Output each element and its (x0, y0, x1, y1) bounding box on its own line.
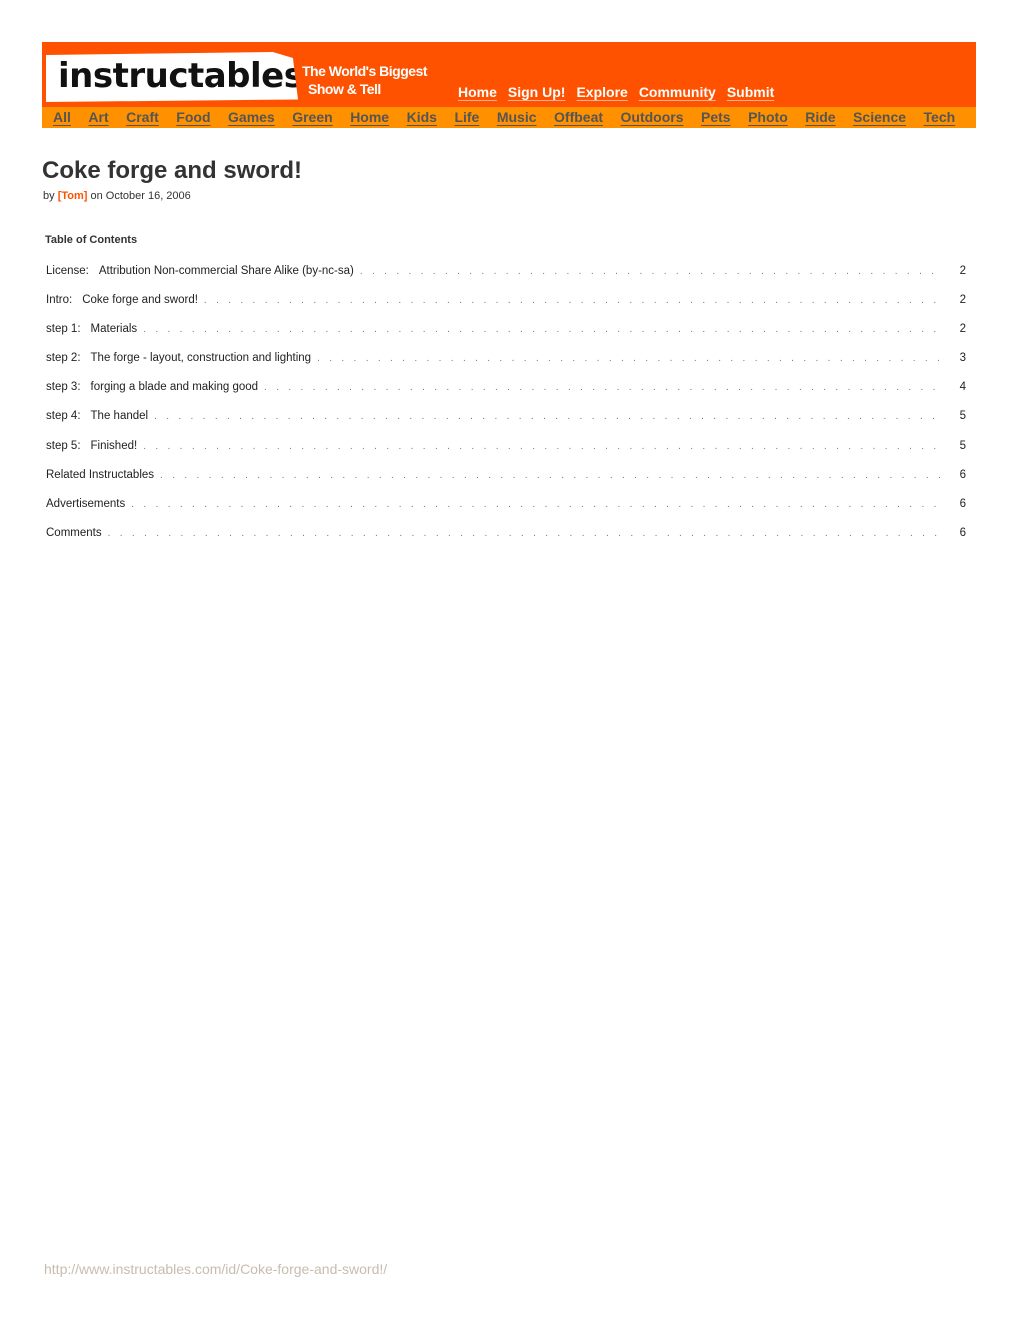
tagline-line2: Show & Tell (308, 81, 381, 97)
category-photo[interactable]: Photo (748, 109, 788, 125)
byline: by [Tom] on October 16, 2006 (43, 190, 191, 202)
toc-label: The forge - layout, construction and lig… (90, 352, 312, 365)
toc-heading: Table of Contents (45, 234, 138, 246)
toc-entry-related[interactable]: Related Instructables 6 (46, 469, 966, 498)
date: on October 16, 2006 (90, 190, 191, 202)
nav-submit[interactable]: Submit (727, 84, 774, 100)
category-ride[interactable]: Ride (805, 109, 835, 125)
category-links: All Art Craft Food Games Green Home Kids… (53, 109, 973, 125)
toc-page-number: 2 (959, 323, 966, 336)
category-life[interactable]: Life (454, 109, 479, 125)
toc-prefix: Intro: (46, 294, 73, 307)
toc-page-number: 5 (959, 410, 966, 423)
top-nav: Home Sign Up! Explore Community Submit (458, 84, 774, 100)
toc-prefix: step 5: (46, 439, 81, 452)
category-kids[interactable]: Kids (407, 109, 437, 125)
logo[interactable]: instructables (46, 52, 298, 102)
dot-leader (204, 295, 940, 306)
toc-label: Related Instructables (46, 468, 155, 481)
nav-explore[interactable]: Explore (576, 84, 627, 100)
author-link[interactable]: [Tom] (58, 190, 88, 202)
category-home[interactable]: Home (350, 109, 389, 125)
toc-page-number: 5 (959, 439, 966, 452)
toc-label: Attribution Non-commercial Share Alike (… (98, 265, 354, 277)
nav-home[interactable]: Home (458, 84, 497, 100)
toc-label: Comments (46, 526, 102, 539)
toc-page-number: 2 (959, 265, 966, 277)
site-header: instructables The World's Biggest Show &… (42, 42, 976, 107)
toc-prefix: step 3: (46, 381, 81, 394)
category-all[interactable]: All (53, 109, 71, 125)
toc-page-number: 6 (959, 497, 966, 510)
toc-entry-intro[interactable]: Intro: Coke forge and sword! 2 (46, 294, 966, 323)
toc-page-number: 3 (959, 352, 966, 365)
category-green[interactable]: Green (292, 109, 332, 125)
category-games[interactable]: Games (228, 109, 275, 125)
dot-leader (264, 382, 940, 393)
category-tech[interactable]: Tech (924, 109, 956, 125)
toc-prefix: step 2: (46, 352, 81, 365)
toc-page-number: 4 (959, 381, 966, 394)
toc-page-number: 6 (959, 526, 966, 539)
toc-label: forging a blade and making good (90, 381, 259, 394)
by-label: by (43, 190, 55, 202)
toc-entry-step-2[interactable]: step 2: The forge - layout, construction … (46, 352, 966, 381)
toc-label: Coke forge and sword! (82, 294, 198, 307)
dot-leader (143, 324, 940, 335)
toc-entry-step-1[interactable]: step 1: Materials 2 (46, 323, 966, 352)
table-of-contents: License: Attribution Non-commercial Share… (46, 265, 966, 556)
toc-entry-license[interactable]: License: Attribution Non-commercial Share… (46, 265, 966, 294)
category-music[interactable]: Music (497, 109, 537, 125)
category-bar: All Art Craft Food Games Green Home Kids… (42, 107, 976, 128)
category-food[interactable]: Food (176, 109, 210, 125)
toc-prefix: step 4: (46, 410, 81, 423)
dot-leader (131, 499, 940, 510)
category-pets[interactable]: Pets (701, 109, 731, 125)
dot-leader (143, 441, 940, 452)
toc-label: Advertisements (46, 497, 126, 510)
toc-prefix: step 1: (46, 323, 81, 336)
dot-leader (154, 411, 940, 422)
dot-leader (108, 528, 940, 539)
category-offbeat[interactable]: Offbeat (554, 109, 603, 125)
logo-text: instructables (58, 56, 304, 96)
category-craft[interactable]: Craft (126, 109, 159, 125)
toc-page-number: 6 (959, 468, 966, 481)
page-title: Coke forge and sword! (42, 157, 303, 184)
toc-entry-step-5[interactable]: step 5: Finished! 5 (46, 440, 966, 469)
dot-leader (317, 353, 940, 364)
tagline: The World's Biggest Show & Tell (302, 62, 428, 98)
toc-entry-advertisements[interactable]: Advertisements 6 (46, 498, 966, 527)
toc-label: The handel (90, 410, 149, 423)
category-outdoors[interactable]: Outdoors (621, 109, 684, 125)
nav-sign-up[interactable]: Sign Up! (508, 84, 566, 100)
toc-label: Materials (90, 323, 138, 336)
toc-entry-step-3[interactable]: step 3: forging a blade and making good 4 (46, 381, 966, 410)
toc-label: Finished! (90, 439, 138, 452)
toc-entry-step-4[interactable]: step 4: The handel 5 (46, 410, 966, 439)
toc-entry-comments[interactable]: Comments 6 (46, 527, 966, 556)
nav-community[interactable]: Community (639, 84, 716, 100)
toc-prefix: License: (46, 265, 89, 277)
footer-url-link[interactable]: http://www.instructables.com/id/Coke-for… (44, 1261, 387, 1277)
tagline-line1: The World's Biggest (302, 63, 428, 79)
dot-leader (160, 470, 940, 481)
toc-page-number: 2 (959, 294, 966, 307)
category-art[interactable]: Art (88, 109, 108, 125)
dot-leader (360, 266, 940, 277)
category-science[interactable]: Science (853, 109, 906, 125)
